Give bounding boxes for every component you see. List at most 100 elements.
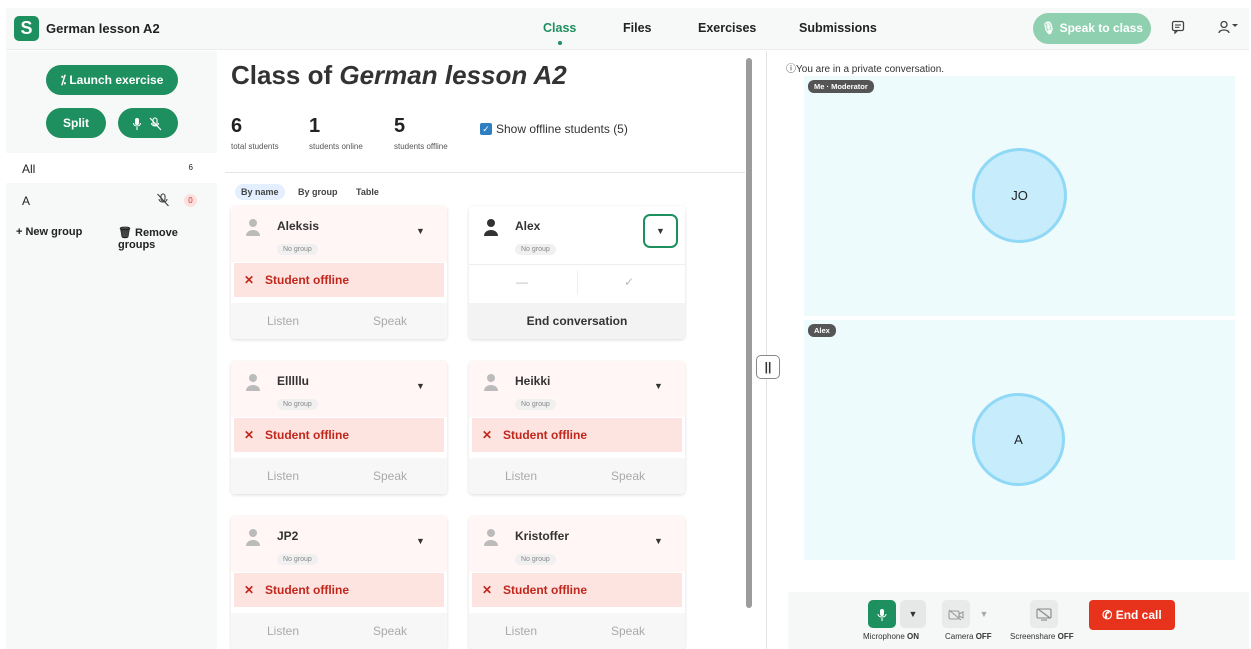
person-icon bbox=[246, 529, 260, 546]
status-text: Student offline bbox=[503, 583, 587, 597]
speak-to-class-button[interactable]: 🎙 Speak to class bbox=[1033, 13, 1151, 44]
dash-icon[interactable]: — bbox=[516, 275, 528, 289]
chevron-down-icon[interactable]: ▼ bbox=[654, 381, 663, 391]
info-icon: ⓘ bbox=[786, 64, 796, 75]
offline-banner: ✕ Student offline bbox=[234, 263, 444, 297]
app-logo[interactable]: S bbox=[14, 16, 39, 41]
person-icon bbox=[484, 529, 498, 546]
pause-icon[interactable]: || bbox=[756, 355, 780, 379]
student-card-aleksis: Aleksis No group ▼ ✕ Student offline Lis… bbox=[231, 206, 447, 339]
camera-toggle[interactable] bbox=[942, 600, 970, 628]
call-controls: ▼ Microphone ON ▼ Camera OFF Screenshare… bbox=[788, 592, 1249, 649]
group-chip: No group bbox=[277, 399, 318, 410]
mic-muted-icon[interactable] bbox=[156, 193, 170, 210]
sort-by-group[interactable]: By group bbox=[292, 184, 344, 200]
group-count: 6 bbox=[188, 163, 193, 172]
student-card-elllllu: Elllllu No group ▼ ✕ Student offline Lis… bbox=[231, 361, 447, 494]
chevron-down-icon[interactable]: ▼ bbox=[654, 536, 663, 546]
camera-off-icon bbox=[948, 609, 964, 620]
close-icon: ✕ bbox=[244, 273, 255, 287]
offline-banner: ✕ Student offline bbox=[234, 573, 444, 607]
title-prefix: Class of bbox=[231, 60, 340, 90]
phone-icon: ✆ bbox=[1102, 608, 1113, 622]
camera-options[interactable]: ▼ bbox=[974, 600, 994, 628]
status-text: Student offline bbox=[265, 583, 349, 597]
mute-all-button[interactable] bbox=[118, 108, 178, 138]
student-menu-button[interactable]: ▼ bbox=[643, 214, 678, 248]
microphone-icon bbox=[877, 608, 887, 621]
status-text: Student offline bbox=[265, 273, 349, 287]
group-chip: No group bbox=[277, 554, 318, 565]
groups-sidebar: ⁒ Launch exercise Split All 6 A 0 + New … bbox=[6, 51, 217, 649]
speak-button[interactable]: Speak bbox=[373, 469, 407, 483]
student-card-jp2: JP2 No group ▼ ✕ Student offline Listen … bbox=[231, 516, 447, 649]
tab-files[interactable]: Files bbox=[623, 21, 652, 35]
chevron-down-icon: ▼ bbox=[979, 609, 989, 619]
sort-by-name[interactable]: By name bbox=[235, 184, 285, 200]
listen-button[interactable]: Listen bbox=[267, 624, 299, 638]
listen-button[interactable]: Listen bbox=[267, 469, 299, 483]
tab-class[interactable]: Class bbox=[543, 21, 576, 45]
chat-icon[interactable] bbox=[1171, 20, 1185, 37]
chevron-down-icon[interactable]: ▼ bbox=[416, 226, 425, 236]
camera-status: Camera OFF bbox=[945, 632, 992, 641]
close-icon: ✕ bbox=[244, 583, 255, 597]
end-call-label: End call bbox=[1115, 608, 1162, 622]
video-tile-alex: Alex A bbox=[804, 320, 1235, 560]
speak-button[interactable]: Speak bbox=[373, 624, 407, 638]
panel-divider bbox=[766, 51, 767, 649]
person-icon bbox=[484, 219, 498, 236]
mic-mute-icon bbox=[132, 117, 162, 131]
trash-icon: 🗑 bbox=[118, 227, 132, 239]
chevron-down-icon: ▼ bbox=[656, 226, 665, 236]
magic-wand-icon: ⁒ bbox=[60, 73, 66, 87]
new-group-button[interactable]: + New group bbox=[16, 226, 82, 238]
speak-button[interactable]: Speak bbox=[373, 314, 407, 328]
main-scrollbar[interactable] bbox=[746, 58, 752, 608]
chevron-down-icon: ▼ bbox=[908, 609, 918, 619]
class-overview: Class of German lesson A2 6 total studen… bbox=[217, 51, 749, 649]
participant-label: Me · Moderator bbox=[808, 80, 874, 93]
launch-exercise-button[interactable]: ⁒ Launch exercise bbox=[46, 65, 178, 95]
split-button[interactable]: Split bbox=[46, 108, 106, 138]
user-menu-icon[interactable] bbox=[1218, 20, 1240, 37]
listen-button[interactable]: Listen bbox=[505, 469, 537, 483]
stat-offline-value: 5 bbox=[394, 115, 406, 137]
divider bbox=[225, 172, 745, 173]
tab-submissions[interactable]: Submissions bbox=[799, 21, 877, 35]
check-icon[interactable]: ✓ bbox=[624, 275, 634, 289]
tab-exercises[interactable]: Exercises bbox=[698, 21, 756, 35]
group-row-a[interactable]: A 0 bbox=[6, 185, 217, 215]
show-offline-checkbox[interactable]: ✓ bbox=[480, 123, 492, 135]
chevron-down-icon[interactable]: ▼ bbox=[416, 381, 425, 391]
offline-banner: ✕ Student offline bbox=[234, 418, 444, 452]
group-row-all[interactable]: All 6 bbox=[6, 153, 217, 183]
listen-button[interactable]: Listen bbox=[267, 314, 299, 328]
end-conversation-button[interactable]: End conversation bbox=[469, 303, 685, 339]
group-chip: No group bbox=[277, 244, 318, 255]
speak-button[interactable]: Speak bbox=[611, 469, 645, 483]
listen-button[interactable]: Listen bbox=[505, 624, 537, 638]
student-name: Heikki bbox=[515, 374, 551, 388]
private-conversation-notice: ⓘYou are in a private conversation. bbox=[786, 60, 944, 75]
speak-button[interactable]: Speak bbox=[611, 624, 645, 638]
person-icon bbox=[246, 219, 260, 236]
microphone-status: Microphone ON bbox=[863, 632, 920, 641]
group-chip: No group bbox=[515, 399, 556, 410]
stat-online-value: 1 bbox=[309, 115, 321, 137]
microphone-options[interactable]: ▼ bbox=[900, 600, 926, 628]
chevron-down-icon[interactable]: ▼ bbox=[416, 536, 425, 546]
stat-offline-label: students offline bbox=[394, 142, 448, 151]
end-call-button[interactable]: ✆ End call bbox=[1089, 600, 1175, 630]
show-offline-label[interactable]: Show offline students (5) bbox=[496, 122, 628, 136]
remove-groups-button[interactable]: 🗑 Remove groups bbox=[118, 226, 217, 251]
close-icon: ✕ bbox=[482, 428, 493, 442]
student-name: Kristoffer bbox=[515, 529, 570, 543]
microphone-toggle[interactable] bbox=[868, 600, 896, 628]
stat-online-label: students online bbox=[309, 142, 363, 151]
screenshare-toggle[interactable] bbox=[1030, 600, 1058, 628]
title-course: German lesson A2 bbox=[339, 60, 567, 90]
student-card-kristoffer: Kristoffer No group ▼ ✕ Student offline … bbox=[469, 516, 685, 649]
sort-table[interactable]: Table bbox=[350, 184, 385, 200]
new-group-label: New group bbox=[25, 226, 83, 238]
